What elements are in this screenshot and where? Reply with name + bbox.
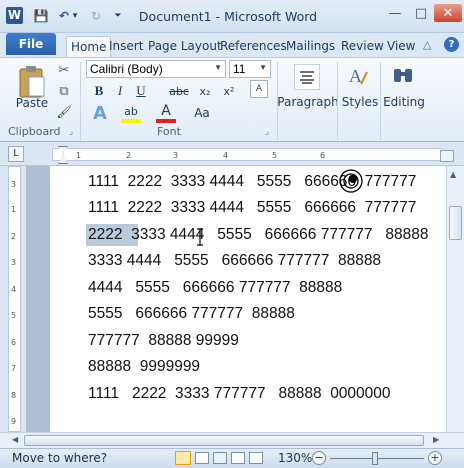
vertical-ruler-mark: 9 [11,417,17,426]
underline-button[interactable]: U [133,82,149,100]
vertical-ruler-mark: 8 [11,391,17,400]
vertical-ruler-mark: 4 [11,285,17,294]
subscript-button[interactable]: x₂ [196,82,214,100]
superscript-button[interactable]: x² [220,82,238,100]
web-layout-icon[interactable] [213,452,227,464]
document-line[interactable]: 88888 9999999 [88,358,200,376]
zoom-out-icon[interactable]: − [312,451,326,465]
status-bar: Move to where? 130% − + [0,448,464,468]
undo-dropdown-icon[interactable]: ▾ [71,8,79,24]
cut-icon[interactable]: ✂ [55,61,73,79]
paragraph-icon[interactable] [294,64,320,90]
close-button[interactable]: ✕ [434,4,462,22]
vertical-scrollbar[interactable]: ▲ [446,166,464,432]
vertical-ruler-mark: 1 [11,205,17,214]
drag-target-cursor-icon [338,168,364,194]
bold-button[interactable]: B [91,82,107,100]
tab-references[interactable]: References [216,36,291,57]
font-size-combo[interactable]: 11 ▼ [229,60,271,78]
scroll-left-icon[interactable]: ◀ [12,435,18,444]
tab-file[interactable]: File [6,33,56,55]
text-effects-icon[interactable]: A [90,103,110,124]
save-icon[interactable]: 💾 [33,8,49,24]
zoom-level[interactable]: 130% [278,451,312,465]
document-line[interactable]: 777777 88888 99999 [88,332,239,350]
ribbon: Paste ✂ ⧉ 🖌 Clipboard ⌟ Calibri (Body) ▼ … [0,57,464,142]
window-title: Document1 - Microsoft Word [138,9,318,24]
title-bar: W 💾 ↶ ▾ ↻ ⏷ Document1 - Microsoft Word —… [0,0,464,33]
binoculars-icon[interactable] [390,62,416,90]
ruler-mark: 2 [126,151,132,160]
zoom-slider-thumb[interactable] [372,452,378,465]
ribbon-tabs: File Home Insert Page Layout References … [0,33,464,57]
change-case-icon[interactable]: Aa [190,103,214,123]
tab-view[interactable]: View [383,36,419,57]
font-name-combo[interactable]: Calibri (Body) ▼ [86,60,226,78]
document-line[interactable]: 3333 4444 5555 666666 777777 88888 [88,252,381,270]
tab-review[interactable]: Review [337,36,388,57]
svg-text:A: A [349,66,362,86]
tab-selector-icon[interactable]: L [8,146,24,162]
maximize-button[interactable]: □ [408,4,434,22]
document-line[interactable]: 1111 2222 3333 4444 5555 666666 777777 [88,199,416,217]
word-app-icon[interactable]: W [6,7,23,24]
ruler-mark: 4 [223,151,229,160]
zoom-in-icon[interactable]: + [428,451,442,465]
minimize-ribbon-icon[interactable]: △ [423,38,431,51]
document-line[interactable]: 1111 2222 3333 4444 5555 666666 777777 [88,173,416,191]
paragraph-button[interactable]: Paragraph [277,94,338,110]
highlight-icon[interactable]: ab [121,103,141,123]
draft-view-icon[interactable] [249,452,263,464]
redo-icon[interactable]: ↻ [88,8,104,24]
format-painter-icon[interactable]: 🖌 [55,103,73,121]
styles-icon[interactable]: A [345,62,371,90]
paste-button[interactable]: Paste [14,96,50,110]
scroll-thumb[interactable] [449,206,462,240]
document-line[interactable]: 1111 2222 3333 777777 88888 0000000 [88,385,391,403]
clipboard-group-label: Clipboard [8,125,61,138]
horizontal-scroll-thumb[interactable] [24,435,424,446]
print-layout-view-icon[interactable] [175,451,191,465]
ibeam-cursor-icon [196,228,204,246]
vertical-ruler-mark: 2 [11,232,17,241]
document-page[interactable]: 1111 2222 3333 4444 5555 666666 777777 1… [50,166,446,432]
ruler-mark: 3 [173,151,179,160]
document-line[interactable]: 4444 5555 666666 777777 88888 [88,279,342,297]
full-screen-reading-icon[interactable] [195,452,209,464]
horizontal-scrollbar[interactable]: ◀ ▶ [0,432,464,448]
ruler-mark: 1 [76,151,82,160]
help-icon[interactable]: ? [444,37,459,52]
strikethrough-button[interactable]: abc [168,82,190,100]
clear-formatting-icon[interactable]: A [250,80,268,98]
ruler-mark: 5 [272,151,278,160]
font-launcher-icon[interactable]: ⌟ [262,127,272,137]
scroll-right-icon[interactable]: ▶ [433,435,439,444]
copy-icon[interactable]: ⧉ [55,82,73,100]
document-line[interactable]: 2222 3333 4444 5555 666666 777777 88888 [88,226,428,244]
vertical-ruler-mark: 3 [11,258,17,267]
styles-button[interactable]: Styles [340,94,380,110]
tab-insert[interactable]: Insert [105,36,147,57]
minimize-button[interactable]: — [382,4,408,22]
font-color-icon[interactable]: A [156,103,176,123]
status-message: Move to where? [12,451,108,465]
outline-view-icon[interactable] [231,452,245,464]
tab-page-layout[interactable]: Page Layout [144,36,226,57]
vertical-ruler-mark: 5 [11,311,17,320]
editing-button[interactable]: Editing [382,94,426,110]
vertical-ruler-mark: 6 [11,338,17,347]
scroll-up-icon[interactable]: ▲ [450,170,456,179]
undo-icon[interactable]: ↶ [56,8,72,24]
document-area: 1111 2222 3333 4444 5555 666666 777777 1… [26,166,446,432]
font-group-label: Font [157,125,181,138]
tab-mailings[interactable]: Mailings [282,36,339,57]
ruler-mark: 6 [320,151,326,160]
vertical-ruler-mark: 3 [11,180,17,189]
vertical-ruler-mark: 7 [11,364,17,373]
italic-button[interactable]: I [112,82,128,100]
document-line[interactable]: 5555 666666 777777 88888 [88,305,295,323]
clipboard-launcher-icon[interactable]: ⌟ [66,127,76,137]
ruler-strip[interactable] [52,148,442,161]
view-ruler-icon[interactable] [440,150,454,162]
